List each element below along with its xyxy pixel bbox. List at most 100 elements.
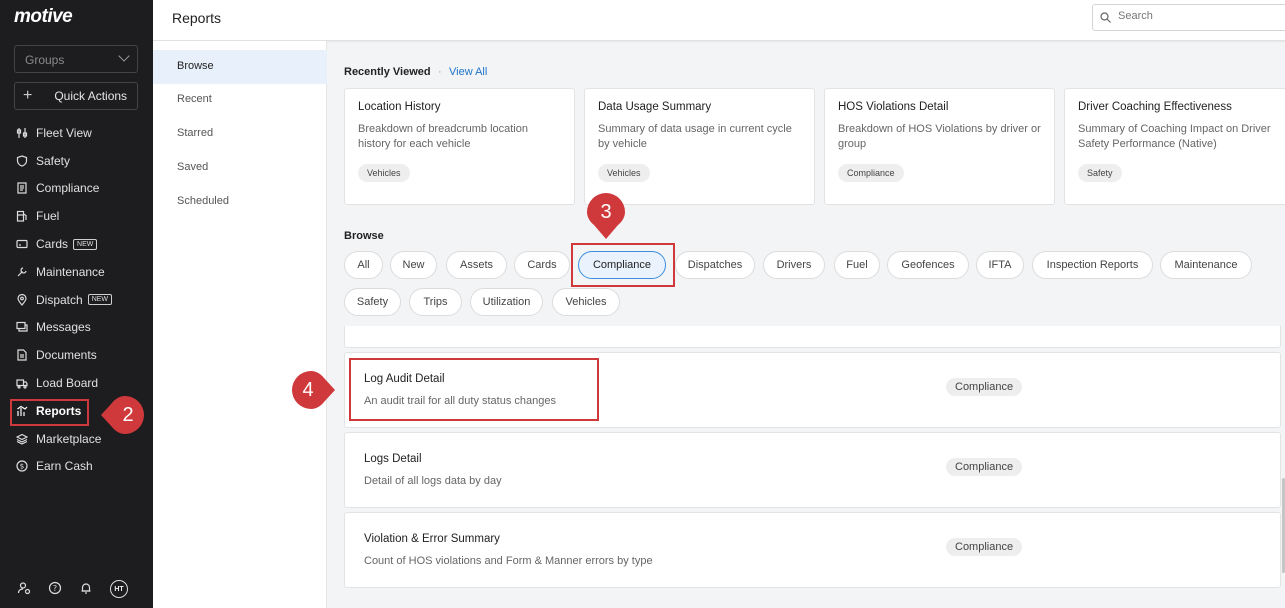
shield-icon <box>16 155 28 167</box>
filter-pill-geofences[interactable]: Geofences <box>887 251 969 279</box>
sidebar-item-label: Load Board <box>36 376 99 391</box>
recent-report-card[interactable]: Location History Breakdown of breadcrumb… <box>344 88 575 205</box>
sidebar-item-label: Fuel <box>36 209 60 224</box>
filter-pill-trips[interactable]: Trips <box>409 288 462 316</box>
filter-pill-new[interactable]: New <box>390 251 437 279</box>
highlight-reports-nav <box>10 399 89 426</box>
report-row-violation-error-summary[interactable]: Violation & Error Summary Count of HOS v… <box>344 512 1281 588</box>
sliders-icon <box>16 127 28 139</box>
sidebar-item-maintenance[interactable]: Maintenance <box>0 258 153 286</box>
main-content: Recently Viewed · View All Location Hist… <box>327 41 1285 608</box>
card-description: Summary of Coaching Impact on Driver Saf… <box>1078 123 1271 150</box>
filter-pill-vehicles[interactable]: Vehicles <box>552 288 620 316</box>
sidebar-item-dispatch[interactable]: Dispatch NEW <box>0 286 153 314</box>
filter-pill-safety[interactable]: Safety <box>344 288 401 316</box>
quick-actions-label: Quick Actions <box>54 89 128 103</box>
motive-logo[interactable]: motive <box>14 6 73 28</box>
view-all-link[interactable]: View All <box>449 66 487 78</box>
new-badge: NEW <box>73 238 98 250</box>
location-pin-icon <box>16 293 28 306</box>
filter-pill-drivers[interactable]: Drivers <box>763 251 825 279</box>
sidebar-item-label: Safety <box>36 153 71 168</box>
subnav-saved[interactable]: Saved <box>153 151 327 185</box>
filter-pill-ifta[interactable]: IFTA <box>976 251 1024 279</box>
report-row-partial <box>344 326 1281 348</box>
sidebar-item-documents[interactable]: Documents <box>0 341 153 369</box>
sidebar-item-label: Fleet View <box>36 125 92 140</box>
top-header: Reports <box>153 0 1285 41</box>
category-tag: Vehicles <box>358 164 410 182</box>
category-tag: Vehicles <box>598 164 650 182</box>
sidebar-item-earn-cash[interactable]: $ Earn Cash <box>0 453 153 481</box>
search-box[interactable] <box>1092 4 1285 31</box>
recent-report-card[interactable]: Driver Coaching Effectiveness Summary of… <box>1064 88 1285 205</box>
separator-dot: · <box>438 66 442 78</box>
chevron-down-icon <box>118 50 130 62</box>
step-marker-2: 2 <box>101 391 149 439</box>
help-icon[interactable]: ? <box>48 581 62 598</box>
filter-pill-dispatches[interactable]: Dispatches <box>675 251 755 279</box>
sidebar-item-label: Compliance <box>36 181 100 196</box>
category-tag: Compliance <box>946 538 1023 556</box>
wrench-icon <box>16 266 28 278</box>
sidebar-item-compliance[interactable]: Compliance <box>0 175 153 203</box>
sidebar-footer: ? HT <box>0 578 153 600</box>
file-icon <box>16 349 28 361</box>
category-tag: Safety <box>1078 164 1122 182</box>
filter-pill-fuel[interactable]: Fuel <box>834 251 880 279</box>
report-row-logs-detail[interactable]: Logs Detail Detail of all logs data by d… <box>344 432 1281 508</box>
sidebar-item-cards[interactable]: Cards NEW <box>0 230 153 258</box>
filter-pill-all[interactable]: All <box>344 251 383 279</box>
subnav-starred[interactable]: Starred <box>153 117 327 151</box>
report-title: Violation & Error Summary <box>364 533 500 545</box>
sidebar-item-label: Cards <box>36 237 69 252</box>
report-description: Count of HOS violations and Form & Manne… <box>364 555 653 567</box>
dollar-icon: $ <box>16 460 28 473</box>
step-marker-4: 4 <box>287 366 335 414</box>
card-description: Summary of data usage in current cycle b… <box>598 123 792 150</box>
subnav-recent[interactable]: Recent <box>153 83 327 117</box>
step-number: 3 <box>600 200 612 223</box>
card-title: Driver Coaching Effectiveness <box>1078 101 1232 113</box>
filter-pill-utilization[interactable]: Utilization <box>470 288 543 316</box>
step-marker-3: 3 <box>582 191 630 239</box>
svg-text:?: ? <box>53 583 57 592</box>
sidebar-item-messages[interactable]: Messages <box>0 314 153 342</box>
message-icon <box>16 321 28 333</box>
sidebar-item-safety[interactable]: Safety <box>0 147 153 175</box>
fuel-pump-icon <box>16 210 28 222</box>
card-title: Location History <box>358 101 441 113</box>
document-icon <box>16 182 28 195</box>
category-tag: Compliance <box>946 458 1023 476</box>
quick-actions-button[interactable]: + Quick Actions <box>14 82 138 110</box>
search-icon <box>1100 12 1111 23</box>
filter-pill-maintenance[interactable]: Maintenance <box>1160 251 1252 279</box>
sidebar-item-fleet-view[interactable]: Fleet View <box>0 119 153 147</box>
layers-icon <box>16 433 28 445</box>
filter-pill-inspection-reports[interactable]: Inspection Reports <box>1032 251 1153 279</box>
sidebar-item-label: Earn Cash <box>36 459 93 474</box>
card-title: Data Usage Summary <box>598 101 712 113</box>
subnav-scheduled[interactable]: Scheduled <box>153 185 327 219</box>
subnav-browse[interactable]: Browse <box>153 50 327 84</box>
step-number: 4 <box>302 378 314 401</box>
card-title: HOS Violations Detail <box>838 101 949 113</box>
filter-pill-cards[interactable]: Cards <box>514 251 570 279</box>
card-description: Breakdown of breadcrumb location history… <box>358 123 528 150</box>
recent-report-card[interactable]: HOS Violations Detail Breakdown of HOS V… <box>824 88 1055 205</box>
plus-icon: + <box>23 87 33 104</box>
reports-subnav: Browse Recent Starred Saved Scheduled <box>153 41 327 608</box>
search-input[interactable] <box>1118 10 1278 22</box>
user-settings-icon[interactable] <box>17 581 31 598</box>
sidebar-item-label: Messages <box>36 320 91 335</box>
page-title: Reports <box>172 10 222 26</box>
sidebar-item-fuel[interactable]: Fuel <box>0 202 153 230</box>
report-title: Logs Detail <box>364 453 422 465</box>
avatar[interactable]: HT <box>110 580 128 598</box>
browse-title: Browse <box>344 230 384 242</box>
groups-select[interactable]: Groups <box>14 45 138 73</box>
filter-pill-assets[interactable]: Assets <box>446 251 507 279</box>
bell-icon[interactable] <box>79 581 93 598</box>
groups-select-label: Groups <box>25 53 65 67</box>
sidebar-item-label: Maintenance <box>36 264 105 279</box>
